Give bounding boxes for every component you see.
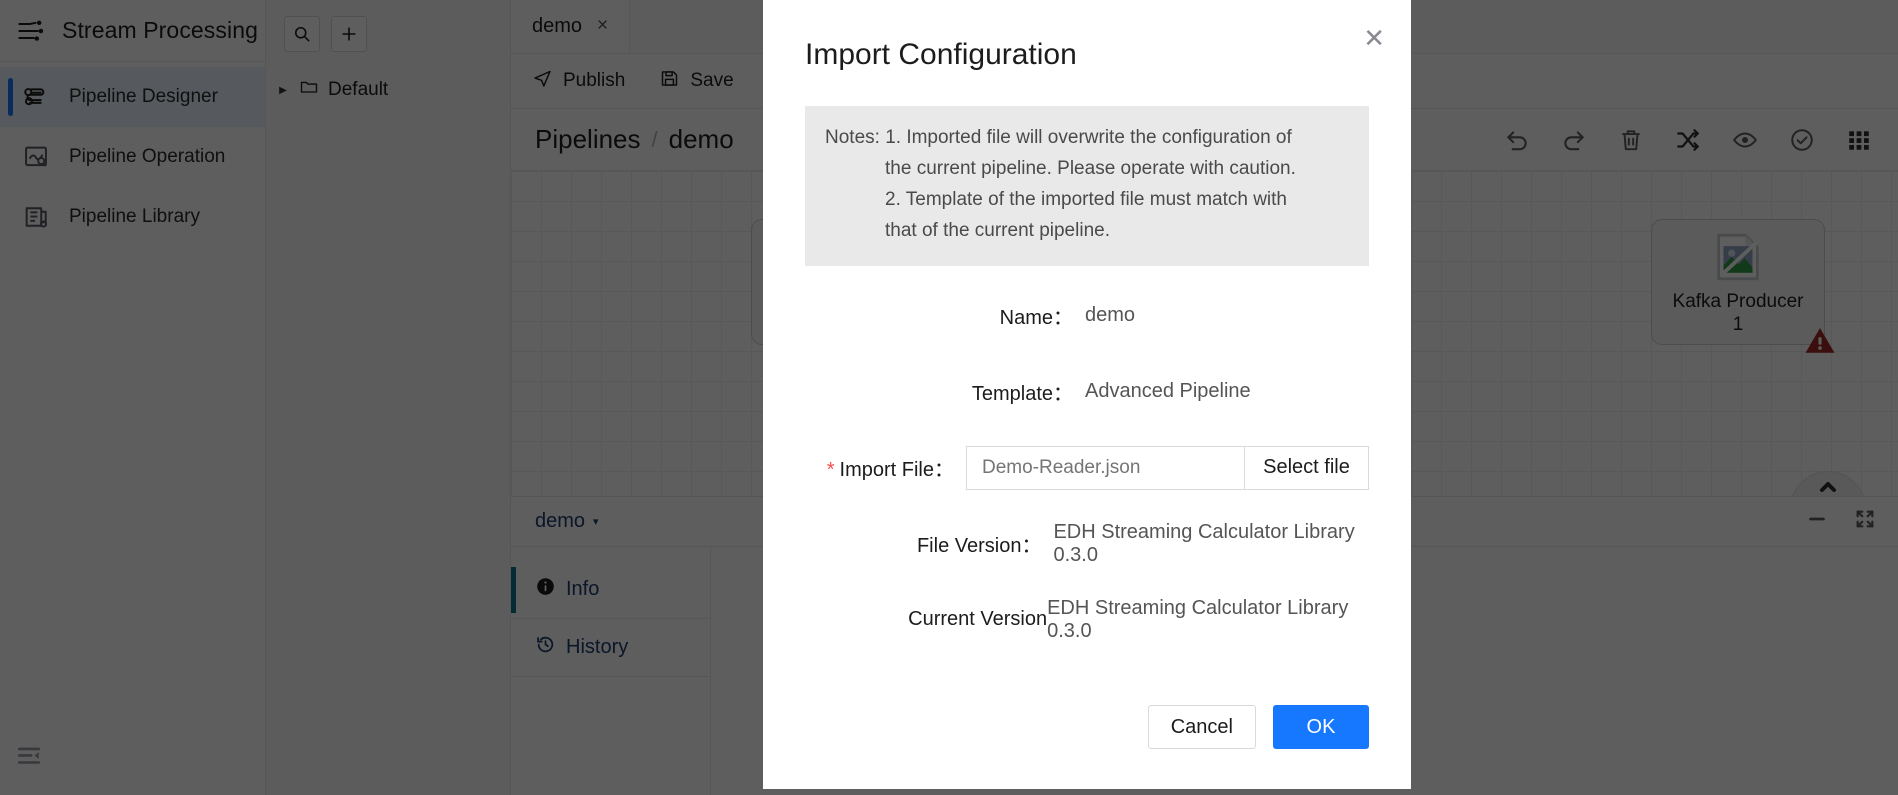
dialog-footer: Cancel OK — [763, 705, 1411, 789]
notes-line-4: that of the current pipeline. — [885, 219, 1110, 241]
import-form: Name： demo Template： Advanced Pipeline *… — [763, 266, 1411, 658]
current-version-value: EDH Streaming Calculator Library 0.3.0 — [1047, 596, 1349, 642]
notes-box: Notes: 1. Imported file will overwrite t… — [805, 106, 1369, 266]
template-label: Template： — [971, 383, 1073, 406]
file-version-label: File Version： — [916, 535, 1042, 558]
form-row-file-version: File Version： EDH Streaming Calculator L… — [763, 506, 1369, 582]
notes-line-3: 2. Template of the imported file must ma… — [885, 188, 1287, 210]
import-file-label-text: Import File： — [839, 459, 954, 482]
name-label: Name： — [999, 307, 1073, 330]
form-row-current-version: Current Version EDH Streaming Calculator… — [763, 582, 1369, 658]
select-file-button[interactable]: Select file — [1244, 445, 1369, 490]
import-file-label: * Import File： — [763, 453, 954, 482]
import-file-input-wrapper[interactable] — [966, 445, 1244, 490]
name-value: demo — [1085, 304, 1136, 327]
file-version-value: EDH Streaming Calculator Library 0.3.0 — [1053, 520, 1355, 566]
import-file-input[interactable] — [982, 456, 1244, 479]
template-value: Advanced Pipeline — [1085, 380, 1251, 403]
notes-line-1: Notes: 1. Imported file will overwrite t… — [825, 127, 1292, 148]
file-input-group: Select file — [966, 445, 1369, 490]
current-version-label: Current Version — [908, 608, 1048, 631]
ok-button[interactable]: OK — [1273, 705, 1369, 749]
close-icon[interactable]: ✕ — [1363, 25, 1385, 51]
form-row-template: Template： Advanced Pipeline — [763, 354, 1369, 430]
form-row-name: Name： demo — [763, 278, 1369, 354]
required-asterisk: * — [826, 459, 835, 482]
form-row-import-file: *Import File： Select file — [763, 430, 1369, 506]
cancel-button[interactable]: Cancel — [1147, 705, 1256, 749]
dialog-title: Import Configuration — [805, 38, 1077, 71]
import-configuration-dialog: ✕ Import Configuration Notes: 1. Importe… — [763, 0, 1411, 789]
notes-line-2: the current pipeline. Please operate wit… — [885, 157, 1296, 179]
